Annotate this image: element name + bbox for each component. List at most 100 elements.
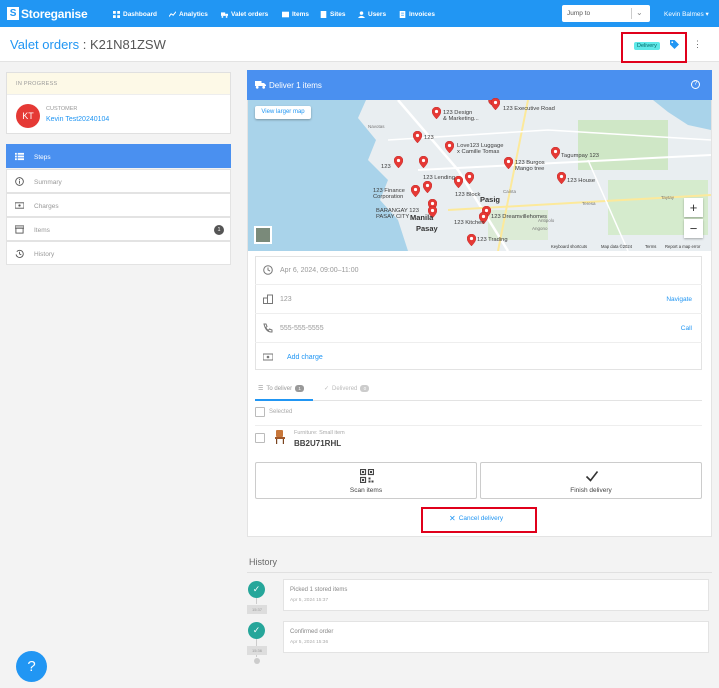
user-name: Kevin Balmes (664, 11, 704, 18)
chair-icon (275, 430, 285, 444)
item-category: Furniture: Small item (294, 430, 345, 436)
map-city: Manila (410, 213, 434, 222)
map-pin-icon[interactable] (465, 172, 474, 184)
map-label: 123 (424, 135, 434, 141)
map-city: Pasay (416, 224, 438, 233)
menu-summary-label: Summary (34, 179, 62, 186)
building-icon (263, 294, 273, 304)
phone-row: 555-555-5555 Call (255, 314, 702, 343)
tab-to-deliver-label: To deliver (266, 385, 293, 392)
help-icon[interactable]: ? (691, 80, 700, 89)
map-label: 123 Kitchen (454, 220, 485, 226)
tab-delivered-label: Delivered (332, 385, 358, 392)
menu-summary[interactable]: Summary (6, 169, 231, 193)
finish-delivery-button[interactable]: Finish delivery (480, 462, 702, 499)
nav-invoices[interactable]: Invoices (399, 9, 435, 19)
checkmark-icon (585, 471, 599, 482)
map-pin-icon[interactable] (557, 172, 566, 184)
map-place: Navotas (368, 124, 385, 129)
history-date: Apr 5, 2024 15:36 (290, 640, 329, 645)
jump-divider (631, 8, 632, 19)
nav-sites[interactable]: Sites (320, 9, 346, 19)
history-icon (15, 249, 24, 258)
nav-users[interactable]: Users (358, 9, 386, 19)
tag-icon[interactable] (670, 40, 679, 49)
scan-items-button[interactable]: Scan items (255, 462, 477, 499)
history-time: 15:37 (247, 605, 267, 614)
menu-history-label: History (34, 251, 55, 258)
history-text: Confirmed order (290, 629, 334, 635)
tab-to-deliver[interactable]: ☰ To deliver 1 (258, 385, 305, 392)
map-pin-icon[interactable] (551, 147, 560, 159)
items-icon (282, 11, 289, 17)
check-circle-icon: ✓ (248, 581, 265, 598)
date-row: Apr 6, 2024, 09:00–11:00 (255, 256, 702, 285)
history-text: Picked 1 stored items (290, 587, 348, 593)
view-larger-map-button[interactable]: View larger map (255, 106, 311, 119)
nav-sites-label: Sites (330, 10, 346, 18)
address-value: 123 (280, 296, 292, 303)
map-pin-icon[interactable] (413, 131, 422, 143)
help-button[interactable]: ? (16, 651, 47, 682)
tabs-divider (255, 400, 702, 401)
map-terms-link[interactable]: Terms (645, 244, 656, 249)
invoice-icon (399, 10, 406, 18)
map-report-link[interactable]: Report a map error (665, 244, 700, 249)
avatar: KT (16, 104, 40, 128)
item-checkbox[interactable] (255, 433, 265, 443)
nav-analytics[interactable]: Analytics (169, 9, 208, 19)
zoom-in-button[interactable]: + (684, 198, 703, 217)
nav-users-label: Users (368, 10, 387, 18)
chevron-down-icon: ⌄ (636, 8, 643, 17)
list-icon (15, 152, 24, 161)
jump-to-select[interactable]: Jump to ⌄ (562, 5, 650, 22)
map-pin-icon[interactable] (445, 141, 454, 153)
map-shortcuts-link[interactable]: Keyboard shortcuts (551, 244, 587, 249)
check-circle-icon: ✓ (248, 622, 265, 639)
map-pin-icon[interactable] (491, 98, 500, 110)
customer-label: CUSTOMER (46, 106, 78, 112)
menu-items[interactable]: Items 1 (6, 217, 231, 241)
zoom-out-button[interactable]: − (684, 219, 703, 238)
customer-name-link[interactable]: Kevin Test20240104 (46, 116, 109, 123)
breadcrumb-separator: : (79, 37, 90, 52)
page-title: Valet orders : K21N81ZSW (10, 37, 166, 52)
menu-charges[interactable]: Charges (6, 193, 231, 217)
nav-dashboard[interactable]: Dashboard (113, 9, 157, 19)
add-charge-link[interactable]: Add charge (287, 354, 323, 361)
map-pin-icon[interactable] (467, 234, 476, 246)
money-icon (15, 202, 24, 209)
map-pin-icon[interactable] (423, 181, 432, 193)
call-link[interactable]: Call (681, 325, 692, 332)
map-pin-icon[interactable] (454, 176, 463, 188)
nav-valet-orders[interactable]: Valet orders (221, 9, 268, 19)
more-options-icon[interactable]: ⋮ (693, 39, 702, 50)
menu-steps[interactable]: Steps (6, 144, 231, 168)
status-banner: IN PROGRESS (7, 73, 230, 95)
cancel-delivery-button[interactable]: ✕ Cancel delivery (449, 514, 503, 523)
status-label: IN PROGRESS (16, 81, 58, 87)
tab-delivered[interactable]: ✓ Delivered 0 (324, 385, 370, 392)
navigate-link[interactable]: Navigate (666, 296, 692, 303)
users-icon (358, 10, 365, 18)
delivery-map[interactable] (248, 100, 711, 251)
map-layer-toggle[interactable] (254, 226, 272, 244)
select-all-checkbox[interactable] (255, 407, 265, 417)
truck-icon (255, 81, 266, 89)
item-code[interactable]: BB2U71RHL (294, 439, 341, 448)
map-place: Antipolo (538, 218, 555, 223)
map-pin-icon[interactable] (419, 156, 428, 168)
menu-history[interactable]: History (6, 241, 231, 265)
brand-logo[interactable]: S Storeganise (7, 6, 88, 21)
breadcrumb-valet-orders[interactable]: Valet orders (10, 37, 79, 52)
nav-items[interactable]: Items (282, 9, 309, 19)
map-place: Cainta (503, 189, 517, 194)
charge-row: Add charge (255, 343, 702, 372)
map-pin-icon[interactable] (504, 157, 513, 169)
map-pin-icon[interactable] (432, 107, 441, 119)
map-pin-icon[interactable] (394, 156, 403, 168)
user-menu[interactable]: Kevin Balmes ▾ (664, 10, 709, 18)
panel-title: Deliver 1 items (269, 81, 322, 90)
address-row: 123 Navigate (255, 285, 702, 314)
map-pin-icon[interactable] (411, 185, 420, 197)
